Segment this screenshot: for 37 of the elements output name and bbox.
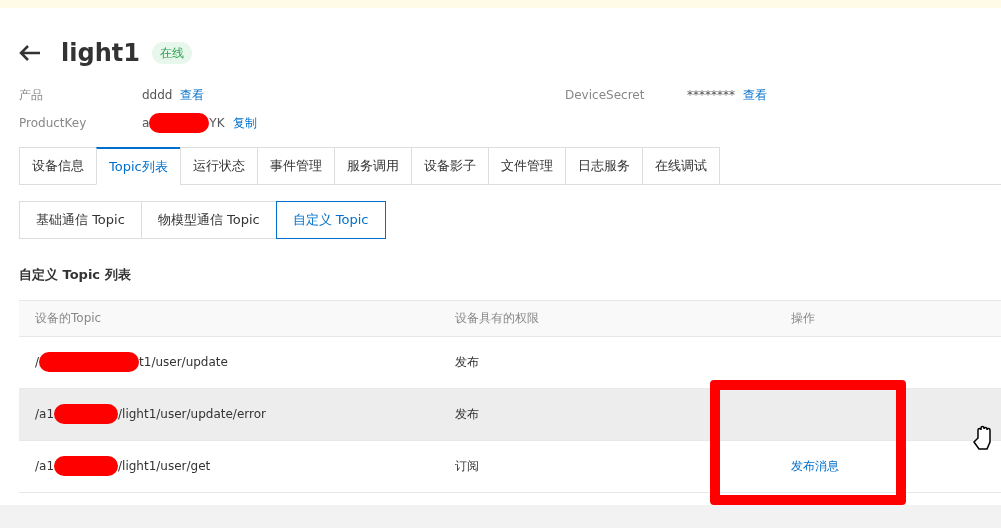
column-header: 操作 xyxy=(791,310,815,327)
section-title: 自定义 Topic 列表 xyxy=(19,266,132,284)
column-header: 设备具有的权限 xyxy=(455,310,540,327)
subtab[interactable]: 物模型通信 Topic xyxy=(140,201,277,239)
subtab[interactable]: 自定义 Topic xyxy=(275,201,386,239)
publish-link[interactable]: 发布消息 xyxy=(791,457,839,475)
value-text: ******** xyxy=(687,87,735,104)
column-header: 设备的Topic xyxy=(34,310,103,327)
action-link[interactable]: 查看 xyxy=(743,86,767,104)
subtab[interactable]: 基础通信 Topic xyxy=(19,201,142,239)
back-arrow-icon[interactable] xyxy=(19,45,41,61)
permission-text: 发布 xyxy=(455,406,480,423)
value-text: a xyxy=(142,115,150,132)
field-label: ProductKey xyxy=(19,115,88,132)
redaction-mark xyxy=(54,404,119,424)
field-label: 产品 xyxy=(19,87,44,104)
topic-text: /light1/user/update/error xyxy=(118,406,266,423)
topic-text: / xyxy=(35,354,40,371)
permission-text: 发布 xyxy=(455,354,480,371)
topic-text: t1/user/update xyxy=(139,354,228,371)
tab[interactable]: 设备信息 xyxy=(19,147,97,185)
tab[interactable]: Topic列表 xyxy=(96,147,181,185)
action-link[interactable]: 复制 xyxy=(232,114,257,132)
tab[interactable]: 运行状态 xyxy=(179,147,258,185)
topic-text: /a1 xyxy=(35,458,55,475)
value-text: YK xyxy=(209,115,225,132)
field-label: DeviceSecret xyxy=(565,87,646,104)
device-title: light1 xyxy=(61,38,140,69)
value-text: dddd xyxy=(142,87,173,104)
topic-text: /light1/user/get xyxy=(118,458,211,475)
action-link[interactable]: 查看 xyxy=(180,86,205,104)
permission-text: 订阅 xyxy=(455,458,480,475)
tab[interactable]: 在线调试 xyxy=(641,147,720,185)
redaction-mark xyxy=(149,113,210,133)
redaction-mark xyxy=(54,456,119,476)
topic-text: /a1 xyxy=(35,406,55,423)
status-badge: 在线 xyxy=(151,42,192,64)
